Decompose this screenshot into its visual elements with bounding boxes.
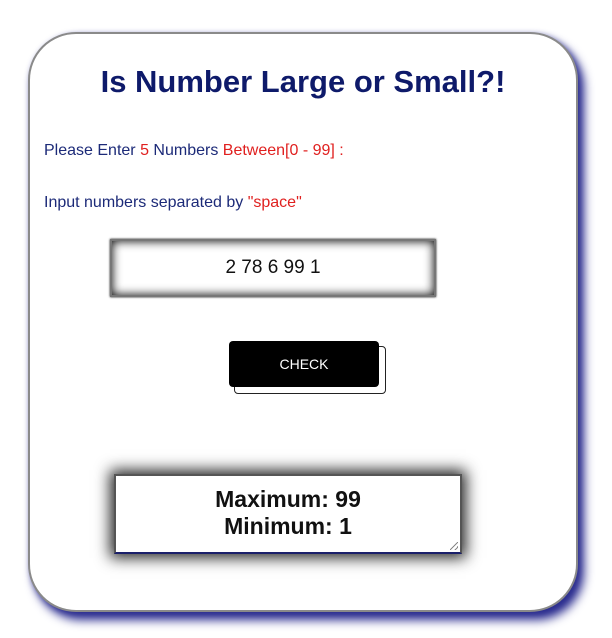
hint-separator: "space" (247, 194, 302, 211)
hint-text: Input numbers separated by "space" (44, 194, 302, 212)
result-maximum: Maximum: 99 (215, 486, 361, 512)
hint-prefix: Input numbers separated by (44, 194, 248, 211)
instruction-range: Between[0 - 99] : (222, 142, 344, 159)
check-button[interactable]: CHECK (229, 341, 379, 387)
result-minimum: Minimum: 1 (224, 513, 352, 539)
main-card: Is Number Large or Small?! Please Enter … (28, 32, 578, 612)
page-title: Is Number Large or Small?! (100, 64, 506, 99)
instruction-count: 5 (140, 142, 149, 159)
instruction-prefix: Please Enter (44, 142, 141, 159)
resize-grip-icon[interactable] (450, 542, 458, 550)
instruction-middle: Numbers (148, 142, 223, 159)
result-box: Maximum: 99 Minimum: 1 (114, 474, 462, 554)
numbers-input[interactable] (110, 239, 436, 297)
instruction-text: Please Enter 5 Numbers Between[0 - 99] : (44, 142, 344, 160)
